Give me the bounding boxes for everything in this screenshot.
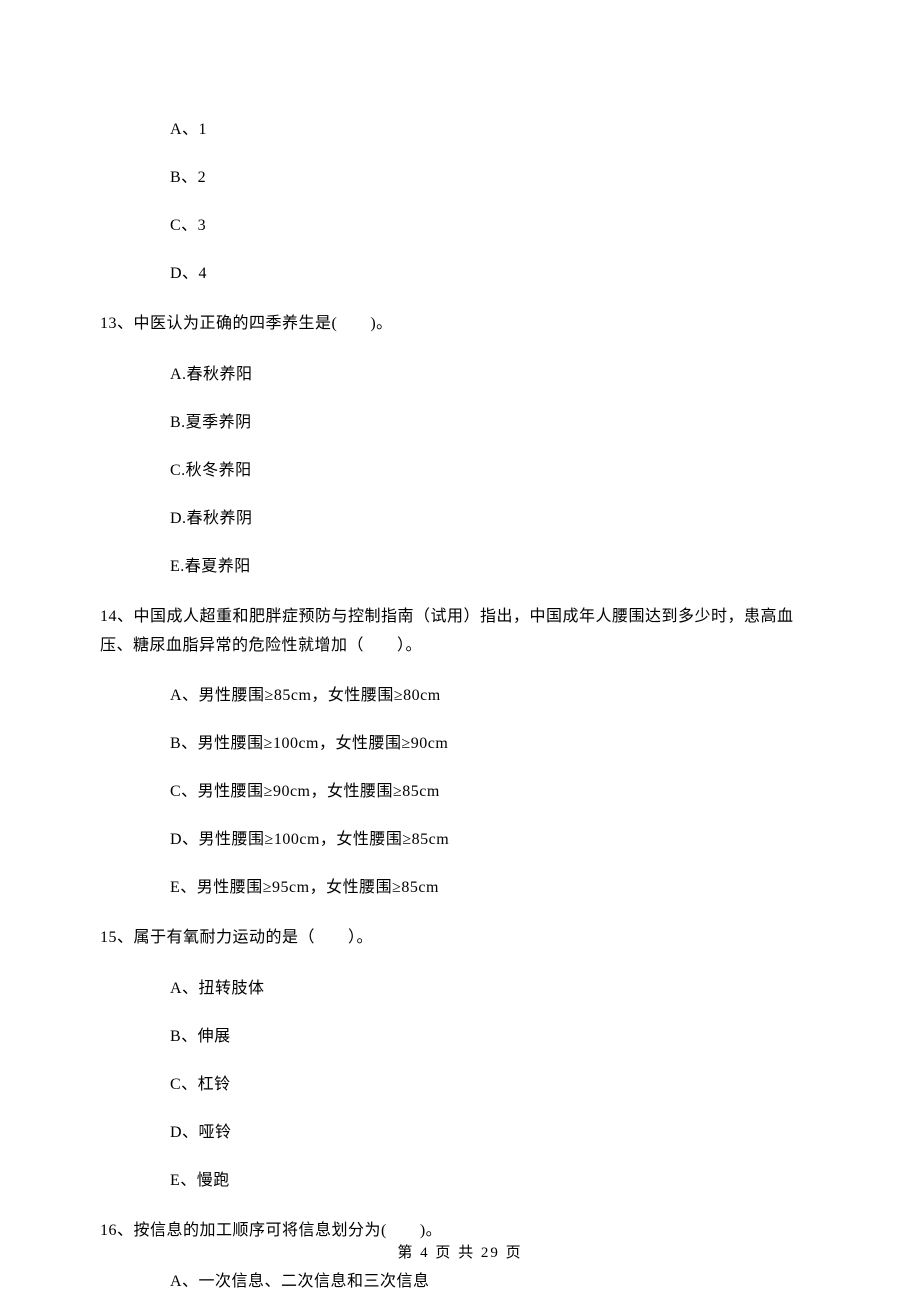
option-text: B、男性腰围≥100cm，女性腰围≥90cm	[100, 732, 820, 756]
option-text: E、男性腰围≥95cm，女性腰围≥85cm	[100, 876, 820, 900]
page-footer: 第 4 页 共 29 页	[0, 1242, 920, 1265]
option-text: E、慢跑	[100, 1169, 820, 1193]
option-text: B、2	[100, 166, 820, 190]
page-content: A、1 B、2 C、3 D、4 13、中医认为正确的四季养生是( )。 A.春秋…	[0, 0, 920, 1294]
option-text: D、哑铃	[100, 1121, 820, 1145]
question-text: 14、中国成人超重和肥胖症预防与控制指南（试用）指出，中国成年人腰围达到多少时，…	[100, 603, 820, 661]
option-text: A、1	[100, 118, 820, 142]
option-text: A、男性腰围≥85cm，女性腰围≥80cm	[100, 684, 820, 708]
option-text: B、伸展	[100, 1025, 820, 1049]
option-text: C.秋冬养阳	[100, 459, 820, 483]
option-text: D.春秋养阴	[100, 507, 820, 531]
option-text: B.夏季养阴	[100, 411, 820, 435]
option-text: A、一次信息、二次信息和三次信息	[100, 1270, 820, 1294]
option-text: C、杠铃	[100, 1073, 820, 1097]
option-text: A.春秋养阳	[100, 363, 820, 387]
option-text: D、4	[100, 262, 820, 286]
option-text: E.春夏养阳	[100, 555, 820, 579]
option-text: C、男性腰围≥90cm，女性腰围≥85cm	[100, 780, 820, 804]
option-text: D、男性腰围≥100cm，女性腰围≥85cm	[100, 828, 820, 852]
option-text: C、3	[100, 214, 820, 238]
option-text: A、扭转肢体	[100, 977, 820, 1001]
question-text: 13、中医认为正确的四季养生是( )。	[100, 310, 820, 339]
question-text: 15、属于有氧耐力运动的是（ ）。	[100, 924, 820, 953]
